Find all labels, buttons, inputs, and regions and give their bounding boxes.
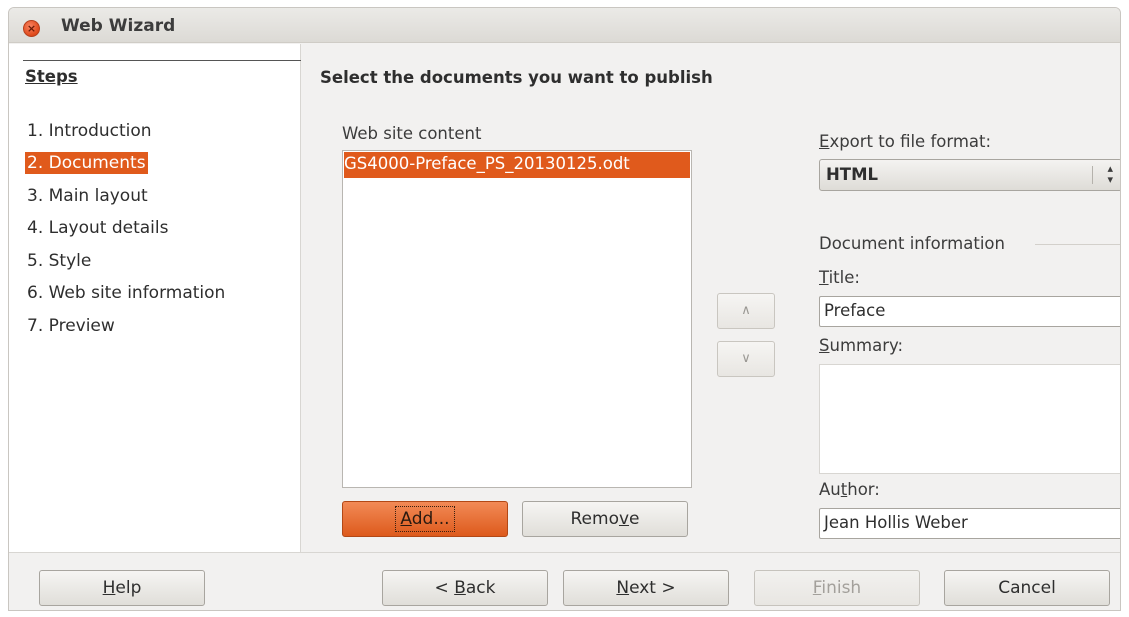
author-label: Author: bbox=[819, 480, 880, 499]
select-divider bbox=[1092, 166, 1093, 184]
steps-heading: Steps bbox=[25, 67, 78, 86]
title-bar: × Web Wizard bbox=[9, 8, 1120, 43]
chevron-up-icon: ∧ bbox=[741, 303, 751, 318]
summary-field[interactable] bbox=[819, 364, 1120, 474]
add-button[interactable]: Add... bbox=[342, 501, 508, 537]
web-wizard-window: × Web Wizard Steps 1. Introduction 2. Do… bbox=[8, 7, 1121, 611]
back-button[interactable]: < Back bbox=[382, 570, 548, 606]
step-introduction[interactable]: 1. Introduction bbox=[25, 120, 154, 142]
group-divider bbox=[1035, 244, 1120, 245]
list-item[interactable]: GS4000-Preface_PS_20130125.odt bbox=[344, 152, 690, 178]
move-down-button[interactable]: ∨ bbox=[717, 341, 775, 377]
next-button[interactable]: Next > bbox=[563, 570, 729, 606]
step-preview[interactable]: 7. Preview bbox=[25, 315, 117, 337]
export-format-value: HTML bbox=[826, 165, 878, 184]
step-style[interactable]: 5. Style bbox=[25, 250, 93, 272]
step-main-layout[interactable]: 3. Main layout bbox=[25, 185, 150, 207]
page-title: Select the documents you want to publish bbox=[320, 68, 713, 87]
button-bar: Help < Back Next > Finish Cancel bbox=[9, 552, 1120, 610]
steps-divider bbox=[23, 60, 301, 61]
step-layout-details[interactable]: 4. Layout details bbox=[25, 217, 170, 239]
export-format-label: Export to file format: bbox=[819, 132, 992, 151]
title-label: Title: bbox=[819, 268, 860, 287]
title-field[interactable]: Preface bbox=[819, 296, 1120, 327]
summary-label: Summary: bbox=[819, 336, 904, 355]
step-documents[interactable]: 2. Documents bbox=[25, 152, 148, 174]
spin-arrows-icon: ▴ ▾ bbox=[1107, 162, 1113, 186]
chevron-down-icon: ∨ bbox=[741, 351, 751, 366]
move-up-button[interactable]: ∧ bbox=[717, 293, 775, 329]
close-icon[interactable]: × bbox=[23, 20, 40, 37]
cancel-button[interactable]: Cancel bbox=[944, 570, 1110, 606]
steps-sidebar: Steps 1. Introduction 2. Documents 3. Ma… bbox=[9, 44, 301, 552]
window-title: Web Wizard bbox=[61, 16, 176, 36]
document-information-label: Document information bbox=[819, 234, 1005, 253]
web-site-content-label: Web site content bbox=[342, 124, 482, 143]
help-button[interactable]: Help bbox=[39, 570, 205, 606]
documents-page: Select the documents you want to publish… bbox=[302, 44, 1120, 552]
author-field[interactable]: Jean Hollis Weber bbox=[819, 508, 1120, 539]
remove-button[interactable]: Remove bbox=[522, 501, 688, 537]
web-site-content-list[interactable]: GS4000-Preface_PS_20130125.odt bbox=[342, 150, 692, 488]
export-format-select[interactable]: HTML ▴ ▾ bbox=[819, 159, 1120, 191]
finish-button[interactable]: Finish bbox=[754, 570, 920, 606]
step-web-site-information[interactable]: 6. Web site information bbox=[25, 282, 227, 304]
